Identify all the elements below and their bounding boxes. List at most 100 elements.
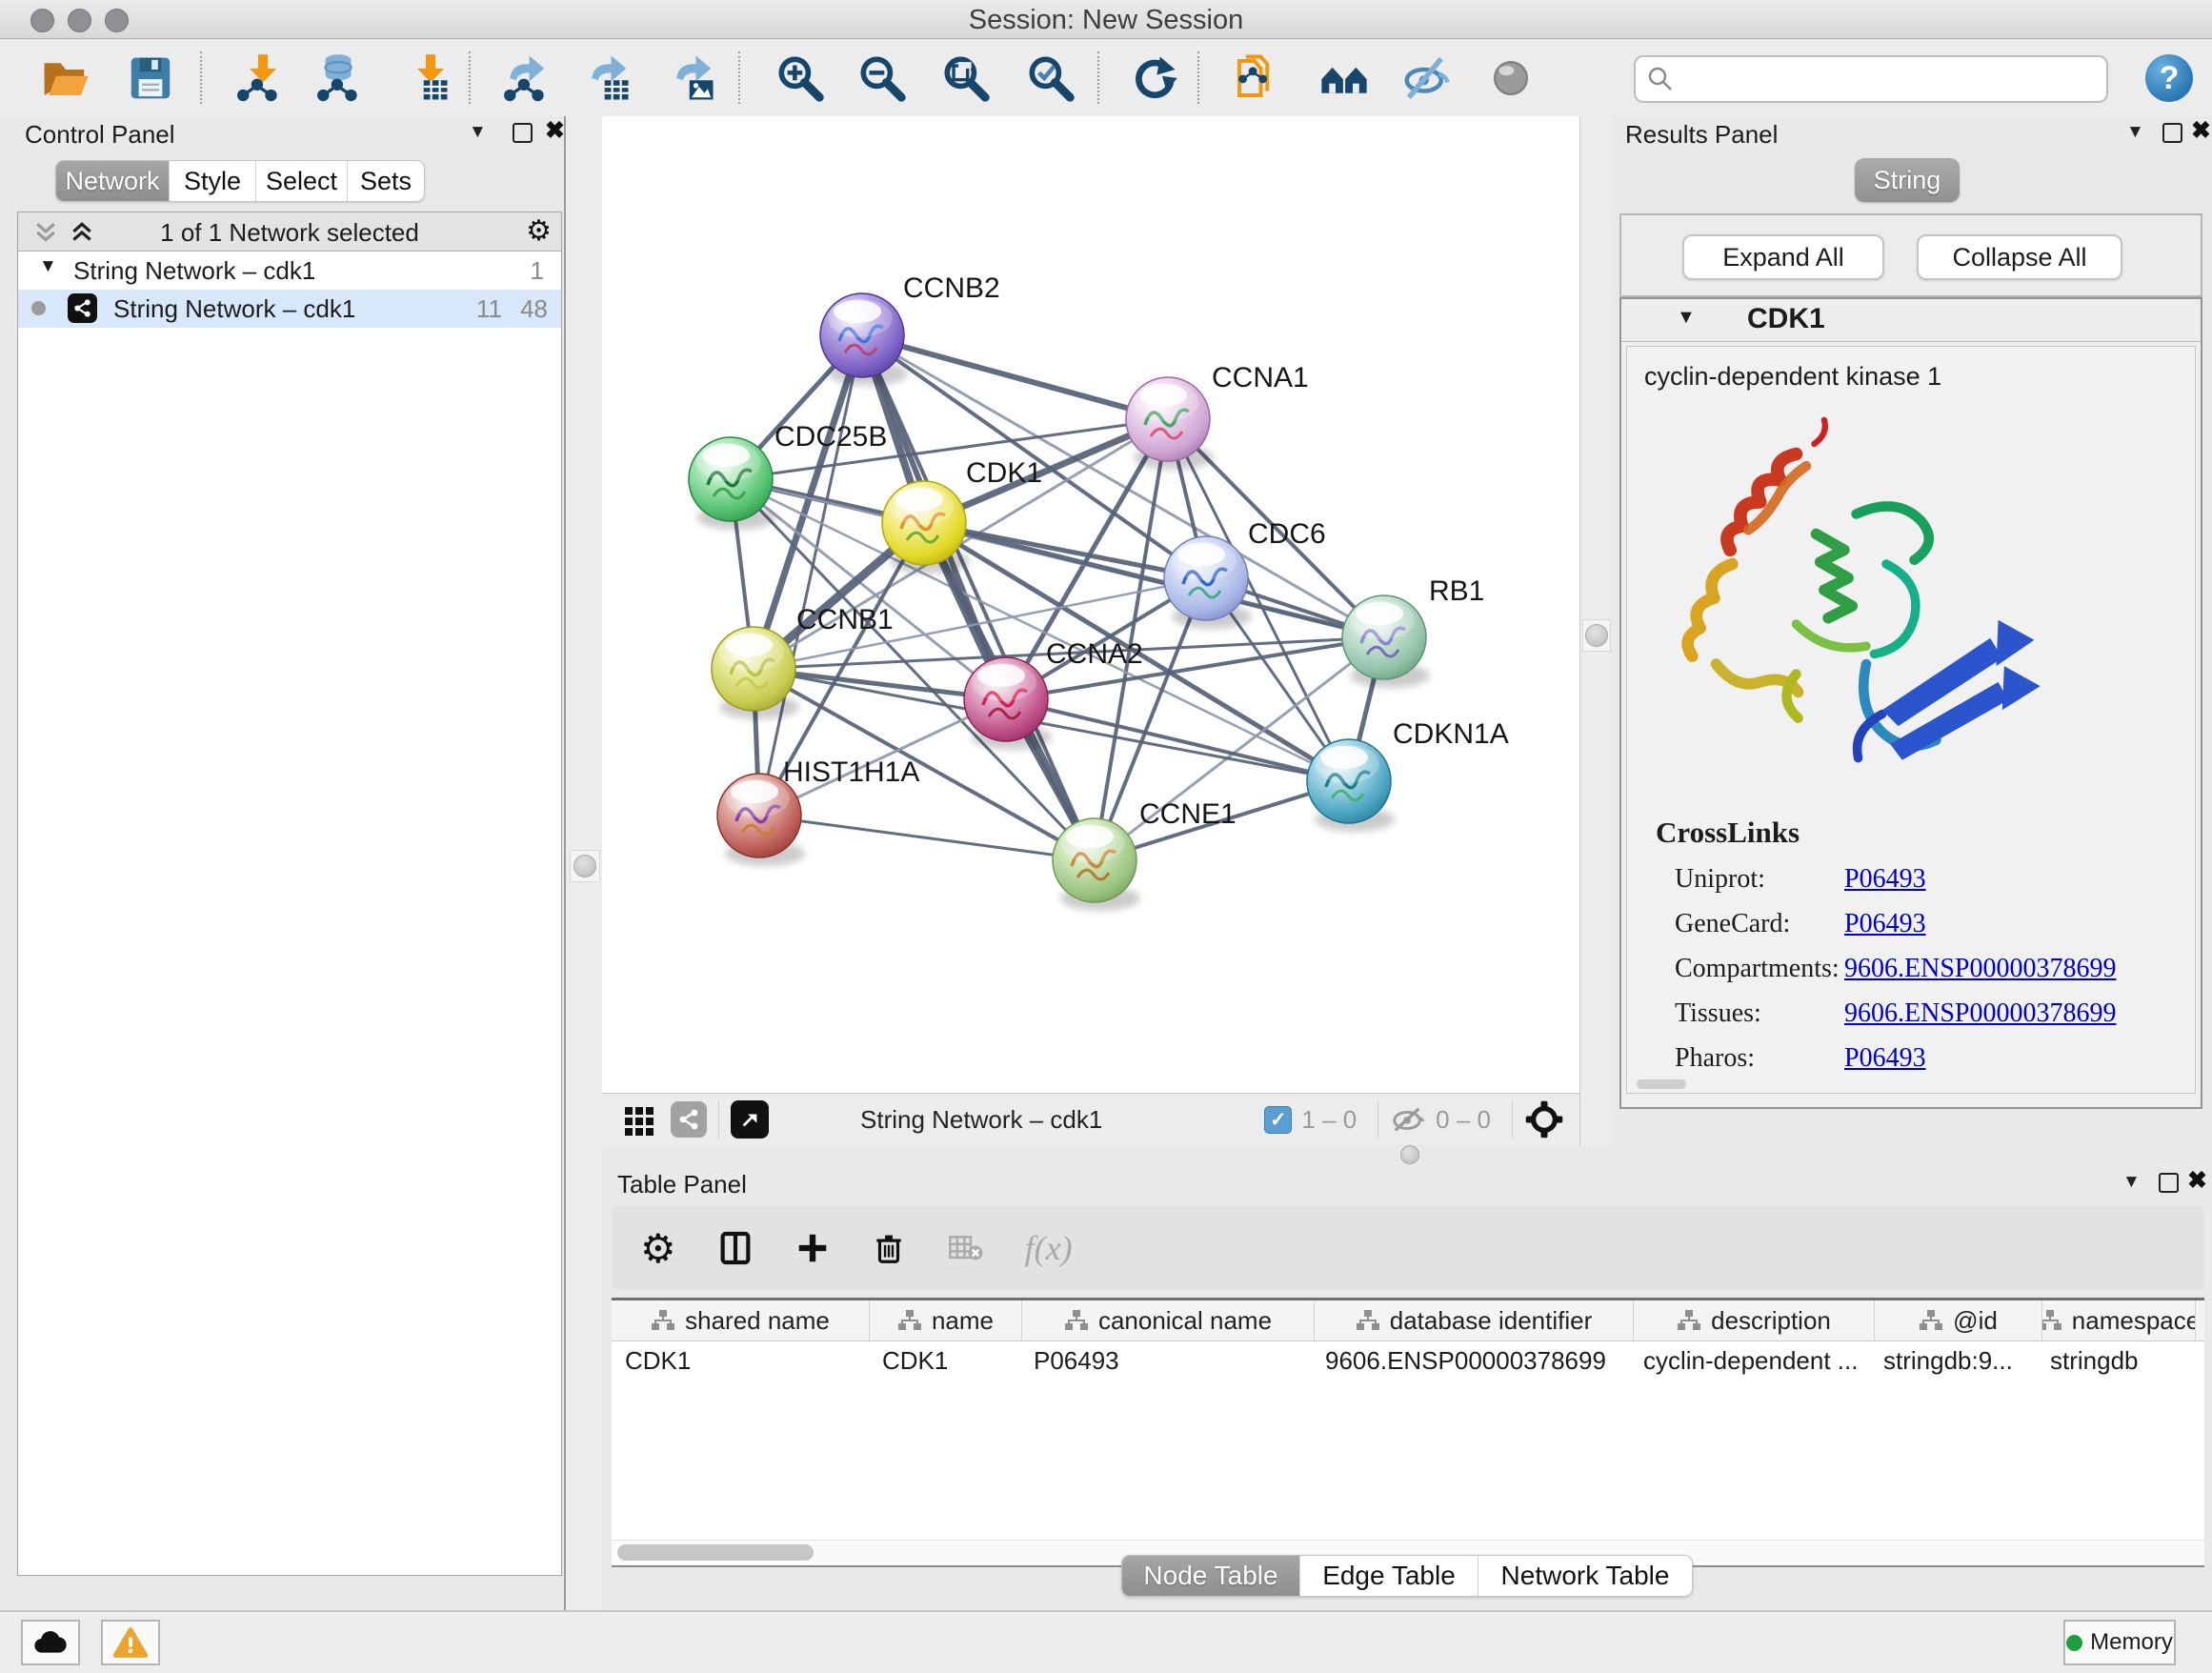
- node-CCNA1[interactable]: CCNA1: [1126, 362, 1309, 470]
- help-button[interactable]: ?: [2145, 54, 2193, 102]
- create-column-icon[interactable]: [794, 1230, 831, 1266]
- node-CCNB1[interactable]: CCNB1: [712, 604, 894, 719]
- column-header-databaseidentifier[interactable]: database identifier: [1315, 1300, 1634, 1340]
- section-collapse-triangle-icon[interactable]: ▼: [1677, 307, 1696, 329]
- crosslink-link[interactable]: P06493: [1844, 909, 1926, 939]
- column-header-id[interactable]: @id: [1875, 1300, 2042, 1340]
- node-table[interactable]: shared name name canonical name database…: [612, 1298, 2204, 1567]
- tab-node-table[interactable]: Node Table: [1122, 1556, 1299, 1596]
- gene-section-header[interactable]: ▼ CDK1: [1621, 299, 2201, 342]
- cloud-status-button[interactable]: [21, 1620, 80, 1665]
- network-collection-row[interactable]: ▼ String Network – cdk1 1: [18, 252, 561, 290]
- table-panel-float-icon[interactable]: [2159, 1173, 2179, 1193]
- crosslink-link[interactable]: 9606.ENSP00000378699: [1844, 998, 2116, 1029]
- crosslink-link[interactable]: P06493: [1844, 1043, 1926, 1074]
- control-panel-float-icon[interactable]: [513, 123, 533, 143]
- hide-selected-button[interactable]: [1395, 47, 1458, 110]
- splitter-handle-icon[interactable]: [573, 855, 596, 877]
- collapse-all-button[interactable]: Collapse All: [1917, 234, 2122, 280]
- column-header-canonicalname[interactable]: canonical name: [1022, 1300, 1315, 1340]
- edge-CCNB2-HIST1H1A[interactable]: [759, 335, 862, 816]
- zoom-selected-button[interactable]: [1019, 47, 1082, 110]
- network-canvas[interactable]: CCNB2 CCNA1 CDC25B CDK1: [602, 116, 1579, 1094]
- open-session-button[interactable]: [33, 47, 96, 110]
- tab-select[interactable]: Select: [255, 161, 347, 201]
- tab-string[interactable]: String: [1855, 158, 1960, 202]
- node-HIST1H1A[interactable]: HIST1H1A: [717, 756, 919, 866]
- save-session-button[interactable]: [119, 47, 182, 110]
- column-header-sharedname[interactable]: shared name: [612, 1300, 870, 1340]
- memory-button[interactable]: Memory: [2063, 1620, 2176, 1665]
- expand-all-button[interactable]: Expand All: [1682, 234, 1884, 280]
- edge-HIST1H1A-CCNE1[interactable]: [759, 816, 1095, 860]
- tab-sets[interactable]: Sets: [347, 161, 424, 201]
- node-label-RB1: RB1: [1429, 575, 1484, 607]
- zoom-in-button[interactable]: [769, 47, 832, 110]
- node-CDKN1A[interactable]: CDKN1A: [1307, 718, 1509, 832]
- node-CDC6[interactable]: CDC6: [1164, 518, 1326, 629]
- detach-view-icon[interactable]: [731, 1100, 769, 1139]
- table-panel-close-icon[interactable]: ✖: [2187, 1168, 2207, 1193]
- node-RB1[interactable]: RB1: [1342, 575, 1484, 688]
- edge-CCNB2-CCNA1[interactable]: [862, 335, 1168, 419]
- column-type-icon: [1356, 1309, 1380, 1332]
- import-table-button[interactable]: [394, 47, 457, 110]
- warnings-button[interactable]: [101, 1620, 160, 1665]
- control-panel-menu-icon[interactable]: ▼: [469, 118, 487, 147]
- crosslink-link[interactable]: P06493: [1844, 864, 1926, 895]
- import-network-file-button[interactable]: [227, 47, 290, 110]
- network-selection-summary: 1 of 1 Network selected: [18, 218, 561, 248]
- node-CDC25B[interactable]: CDC25B: [689, 421, 887, 530]
- results-panel-menu-icon[interactable]: ▼: [2126, 118, 2144, 147]
- apply-layout-button[interactable]: [1122, 47, 1185, 110]
- crosslink-link[interactable]: 9606.ENSP00000378699: [1844, 954, 2116, 984]
- zoom-fit-button[interactable]: [935, 47, 997, 110]
- results-scrollbar-thumb[interactable]: [1637, 1079, 1686, 1089]
- edge-CCNA2-CDKN1A[interactable]: [1006, 699, 1349, 781]
- control-panel-close-icon[interactable]: ✖: [545, 118, 565, 143]
- import-table-icon: [400, 52, 452, 104]
- splitter-handle-icon[interactable]: [1585, 624, 1608, 647]
- network-overview-icon[interactable]: [671, 1101, 707, 1138]
- gene-name: CDK1: [1747, 303, 1825, 335]
- export-table-button[interactable]: [575, 47, 638, 110]
- show-columns-icon[interactable]: [716, 1229, 754, 1267]
- network-list-header: 1 of 1 Network selected ⚙: [18, 212, 561, 252]
- search-input[interactable]: [1679, 59, 2093, 97]
- export-image-button[interactable]: [660, 47, 723, 110]
- delete-column-trash-icon[interactable]: [871, 1230, 907, 1266]
- search-box[interactable]: [1634, 55, 2108, 103]
- share-network-button[interactable]: [1225, 47, 1288, 110]
- selected-checkbox-icon[interactable]: ✓: [1264, 1106, 1292, 1134]
- network-list-options-gear-icon[interactable]: ⚙: [526, 214, 552, 248]
- table-panel-menu-icon[interactable]: ▼: [2122, 1168, 2141, 1197]
- tab-network-table[interactable]: Network Table: [1478, 1556, 1692, 1596]
- column-header-description[interactable]: description: [1634, 1300, 1875, 1340]
- table-mode-gear-icon[interactable]: ⚙: [640, 1225, 676, 1272]
- horizontal-splitter[interactable]: [602, 1145, 2212, 1164]
- collection-expand-triangle-icon[interactable]: ▼: [39, 256, 57, 277]
- pan-crosshair-icon[interactable]: [1524, 1099, 1564, 1139]
- node-CCNE1[interactable]: CCNE1: [1053, 798, 1237, 911]
- network-row-selected[interactable]: String Network – cdk1 11 48: [18, 290, 561, 328]
- show-all-networks-button[interactable]: [1313, 47, 1376, 110]
- results-panel-float-icon[interactable]: [2162, 123, 2182, 143]
- show-selected-button[interactable]: [1479, 47, 1542, 110]
- tab-edge-table[interactable]: Edge Table: [1299, 1556, 1478, 1596]
- column-header-namespace[interactable]: namespace: [2042, 1300, 2196, 1340]
- column-header-name[interactable]: name: [870, 1300, 1022, 1340]
- houses-icon: [1318, 52, 1370, 104]
- network-view-panel[interactable]: CCNB2 CCNA1 CDC25B CDK1: [602, 116, 1579, 1145]
- tab-style[interactable]: Style: [169, 161, 255, 201]
- right-splitter[interactable]: [1579, 116, 1614, 1145]
- zoom-out-button[interactable]: [851, 47, 914, 110]
- import-network-database-button[interactable]: [307, 47, 370, 110]
- table-row[interactable]: CDK1CDK1P064939606.ENSP00000378699cyclin…: [612, 1341, 2204, 1380]
- refresh-icon: [1128, 52, 1179, 104]
- left-splitter[interactable]: [564, 116, 604, 1610]
- grid-view-icon[interactable]: [623, 1103, 655, 1136]
- splitter-handle-icon[interactable]: [1400, 1145, 1419, 1164]
- tab-network[interactable]: Network: [56, 161, 169, 201]
- export-network-button[interactable]: [493, 47, 556, 110]
- results-panel-close-icon[interactable]: ✖: [2191, 118, 2211, 143]
